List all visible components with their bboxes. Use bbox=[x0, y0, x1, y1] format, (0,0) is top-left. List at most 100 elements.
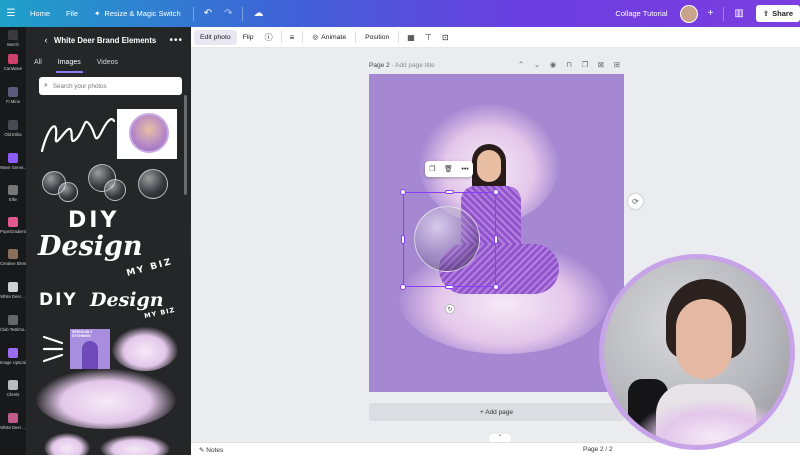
rail-item[interactable]: Image Upscal... bbox=[0, 348, 26, 365]
more-options-icon[interactable]: ••• bbox=[169, 35, 183, 46]
animate-button[interactable]: ◎ Animate bbox=[306, 27, 352, 48]
page-tools: ⌃ ⌄ ◉ ⊓ ❐ ⊠ ⊞ bbox=[513, 60, 625, 69]
tab-videos[interactable]: Videos bbox=[89, 53, 126, 71]
rail-item[interactable]: Clients bbox=[0, 380, 26, 397]
resize-handle-top-left[interactable] bbox=[400, 189, 406, 195]
delete-page-icon[interactable]: ⊠ bbox=[593, 60, 609, 69]
more-options-icon[interactable]: ••• bbox=[461, 166, 468, 173]
page-label: Page 2 - Add page title bbox=[369, 62, 435, 69]
cloud-graphic-tile[interactable] bbox=[100, 435, 170, 455]
portrait-circle bbox=[129, 113, 169, 153]
project-title[interactable]: Collage Tutorial bbox=[607, 0, 675, 27]
resize-handle-top[interactable] bbox=[445, 190, 454, 194]
rotate-handle-icon[interactable]: ↻ bbox=[445, 304, 455, 314]
cloud-graphic-tile[interactable] bbox=[44, 433, 90, 455]
duplicate-page-icon[interactable]: ❐ bbox=[577, 60, 593, 69]
rail-item[interactable]: Creative Elem... bbox=[0, 249, 26, 266]
resize-handle-left[interactable] bbox=[401, 235, 405, 244]
resize-handle-bottom[interactable] bbox=[445, 285, 454, 289]
menu-icon[interactable]: ☰ bbox=[0, 0, 22, 27]
divider bbox=[355, 31, 357, 43]
page-counter[interactable]: Page 2 / 2 bbox=[583, 446, 613, 453]
rail-item[interactable]: Old Erika bbox=[0, 120, 26, 137]
design-script-2[interactable]: Design bbox=[90, 289, 164, 311]
file-menu-button[interactable]: File bbox=[58, 0, 86, 27]
cloud-graphic-tile[interactable] bbox=[112, 327, 178, 371]
bubble-graphic[interactable] bbox=[58, 182, 78, 202]
home-button[interactable]: Home bbox=[22, 0, 58, 27]
undo-icon[interactable]: ↶ bbox=[198, 8, 218, 19]
rail-item-label: Image Upscal... bbox=[0, 360, 26, 365]
promo-card-person bbox=[82, 341, 98, 369]
selection-box[interactable] bbox=[403, 192, 496, 287]
resize-handle-right[interactable] bbox=[494, 235, 498, 244]
flip-button[interactable]: Flip bbox=[237, 27, 260, 48]
rail-item[interactable]: White Deer ... bbox=[0, 413, 26, 430]
refresh-icon[interactable]: ⟳ bbox=[628, 194, 643, 209]
lock-icon[interactable]: ⊡ bbox=[437, 33, 454, 42]
context-toolbar: Edit photo Flip ⓘ ≡ ◎ Animate Position ▦… bbox=[191, 27, 800, 48]
chevron-up-icon[interactable]: ⌃ bbox=[513, 60, 529, 69]
position-button[interactable]: Position bbox=[359, 27, 395, 48]
edit-photo-button[interactable]: Edit photo bbox=[194, 29, 237, 45]
resize-handle-top-right[interactable] bbox=[493, 189, 499, 195]
rail-item-label: Old Erika bbox=[4, 132, 22, 137]
back-arrow-icon[interactable]: ‹ bbox=[38, 35, 54, 45]
burst-lines-graphic-tile[interactable] bbox=[40, 331, 66, 367]
rail-item-label: Ellie bbox=[9, 197, 17, 202]
rail-item-icon bbox=[8, 315, 18, 325]
info-icon[interactable]: ⓘ bbox=[260, 32, 278, 43]
rail-item[interactable]: PopeGradient bbox=[0, 217, 26, 234]
rail-item[interactable]: Ellie bbox=[0, 185, 26, 202]
lock-page-icon[interactable]: ⊓ bbox=[561, 60, 577, 69]
resize-handle-bottom-left[interactable] bbox=[400, 284, 406, 290]
rail-item[interactable]: Club Testimo... bbox=[0, 315, 26, 332]
resize-handle-bottom-right[interactable] bbox=[493, 284, 499, 290]
design-script-1[interactable]: Design bbox=[38, 231, 143, 262]
cloud-save-icon[interactable]: ☁ bbox=[247, 8, 269, 19]
rail-item-icon bbox=[8, 54, 18, 64]
rail-item[interactable]: White Deer ... bbox=[0, 282, 26, 299]
trash-icon[interactable]: 🗑 bbox=[444, 165, 453, 173]
bubble-graphic[interactable] bbox=[138, 169, 168, 199]
page-title-placeholder[interactable]: - Add page title bbox=[391, 62, 434, 69]
avatar[interactable] bbox=[679, 4, 698, 23]
resize-label: Resize & Magic Switch bbox=[104, 9, 181, 18]
diy-text-1[interactable]: DIY bbox=[68, 208, 119, 233]
add-page-button[interactable]: + Add page bbox=[369, 403, 624, 421]
bubble-graphic[interactable] bbox=[104, 179, 126, 201]
tab-all[interactable]: All bbox=[26, 53, 50, 71]
panel-scrollbar[interactable] bbox=[184, 95, 187, 195]
rail-item-icon bbox=[8, 413, 18, 423]
transparency-icon[interactable]: ▦ bbox=[402, 33, 420, 42]
resize-magic-switch-button[interactable]: ✦ Resize & Magic Switch bbox=[86, 0, 189, 27]
copy-icon[interactable]: ❐ bbox=[429, 165, 435, 173]
add-page-icon[interactable]: ⊞ bbox=[609, 60, 625, 69]
redo-icon[interactable]: ↷ bbox=[218, 8, 238, 19]
divider bbox=[242, 6, 244, 21]
rail-item[interactable]: Wave Gener... bbox=[0, 153, 26, 170]
promo-card-tile[interactable]: SERIOUSLY STUNNING bbox=[70, 329, 110, 369]
chevron-down-icon[interactable]: ⌄ bbox=[529, 60, 545, 69]
search-icon: ⌕ bbox=[44, 82, 48, 89]
border-style-icon[interactable]: ≡ bbox=[285, 33, 300, 42]
add-collaborator-icon[interactable]: + bbox=[702, 8, 720, 19]
tab-images[interactable]: Images bbox=[50, 53, 89, 73]
cloud-graphic-tile[interactable] bbox=[36, 369, 176, 429]
rail-item-icon bbox=[8, 217, 18, 227]
rail-item-label: Creative Elem... bbox=[0, 261, 26, 266]
rail-item-label: White Deer ... bbox=[0, 294, 26, 299]
panel-title: White Deer Brand Elements bbox=[54, 35, 157, 45]
rail-item[interactable]: Fi Mina bbox=[0, 87, 26, 104]
search-input[interactable]: ⌕ Search your photos bbox=[39, 77, 182, 95]
share-button[interactable]: ⇪ Share bbox=[755, 5, 800, 22]
paint-roller-icon[interactable]: ⊤ bbox=[420, 33, 437, 42]
rail-item[interactable]: CanWave bbox=[0, 54, 26, 71]
hide-page-icon[interactable]: ◉ bbox=[545, 60, 561, 69]
diy-text-2[interactable]: DIY bbox=[39, 290, 78, 310]
portrait-thumbnail-tile[interactable] bbox=[117, 109, 177, 159]
rail-item[interactable]: Merch bbox=[0, 30, 26, 47]
notes-button[interactable]: ✎ Notes bbox=[199, 446, 223, 454]
squiggle-graphic-tile[interactable] bbox=[38, 107, 116, 159]
analytics-icon[interactable]: ▥ bbox=[728, 8, 749, 19]
